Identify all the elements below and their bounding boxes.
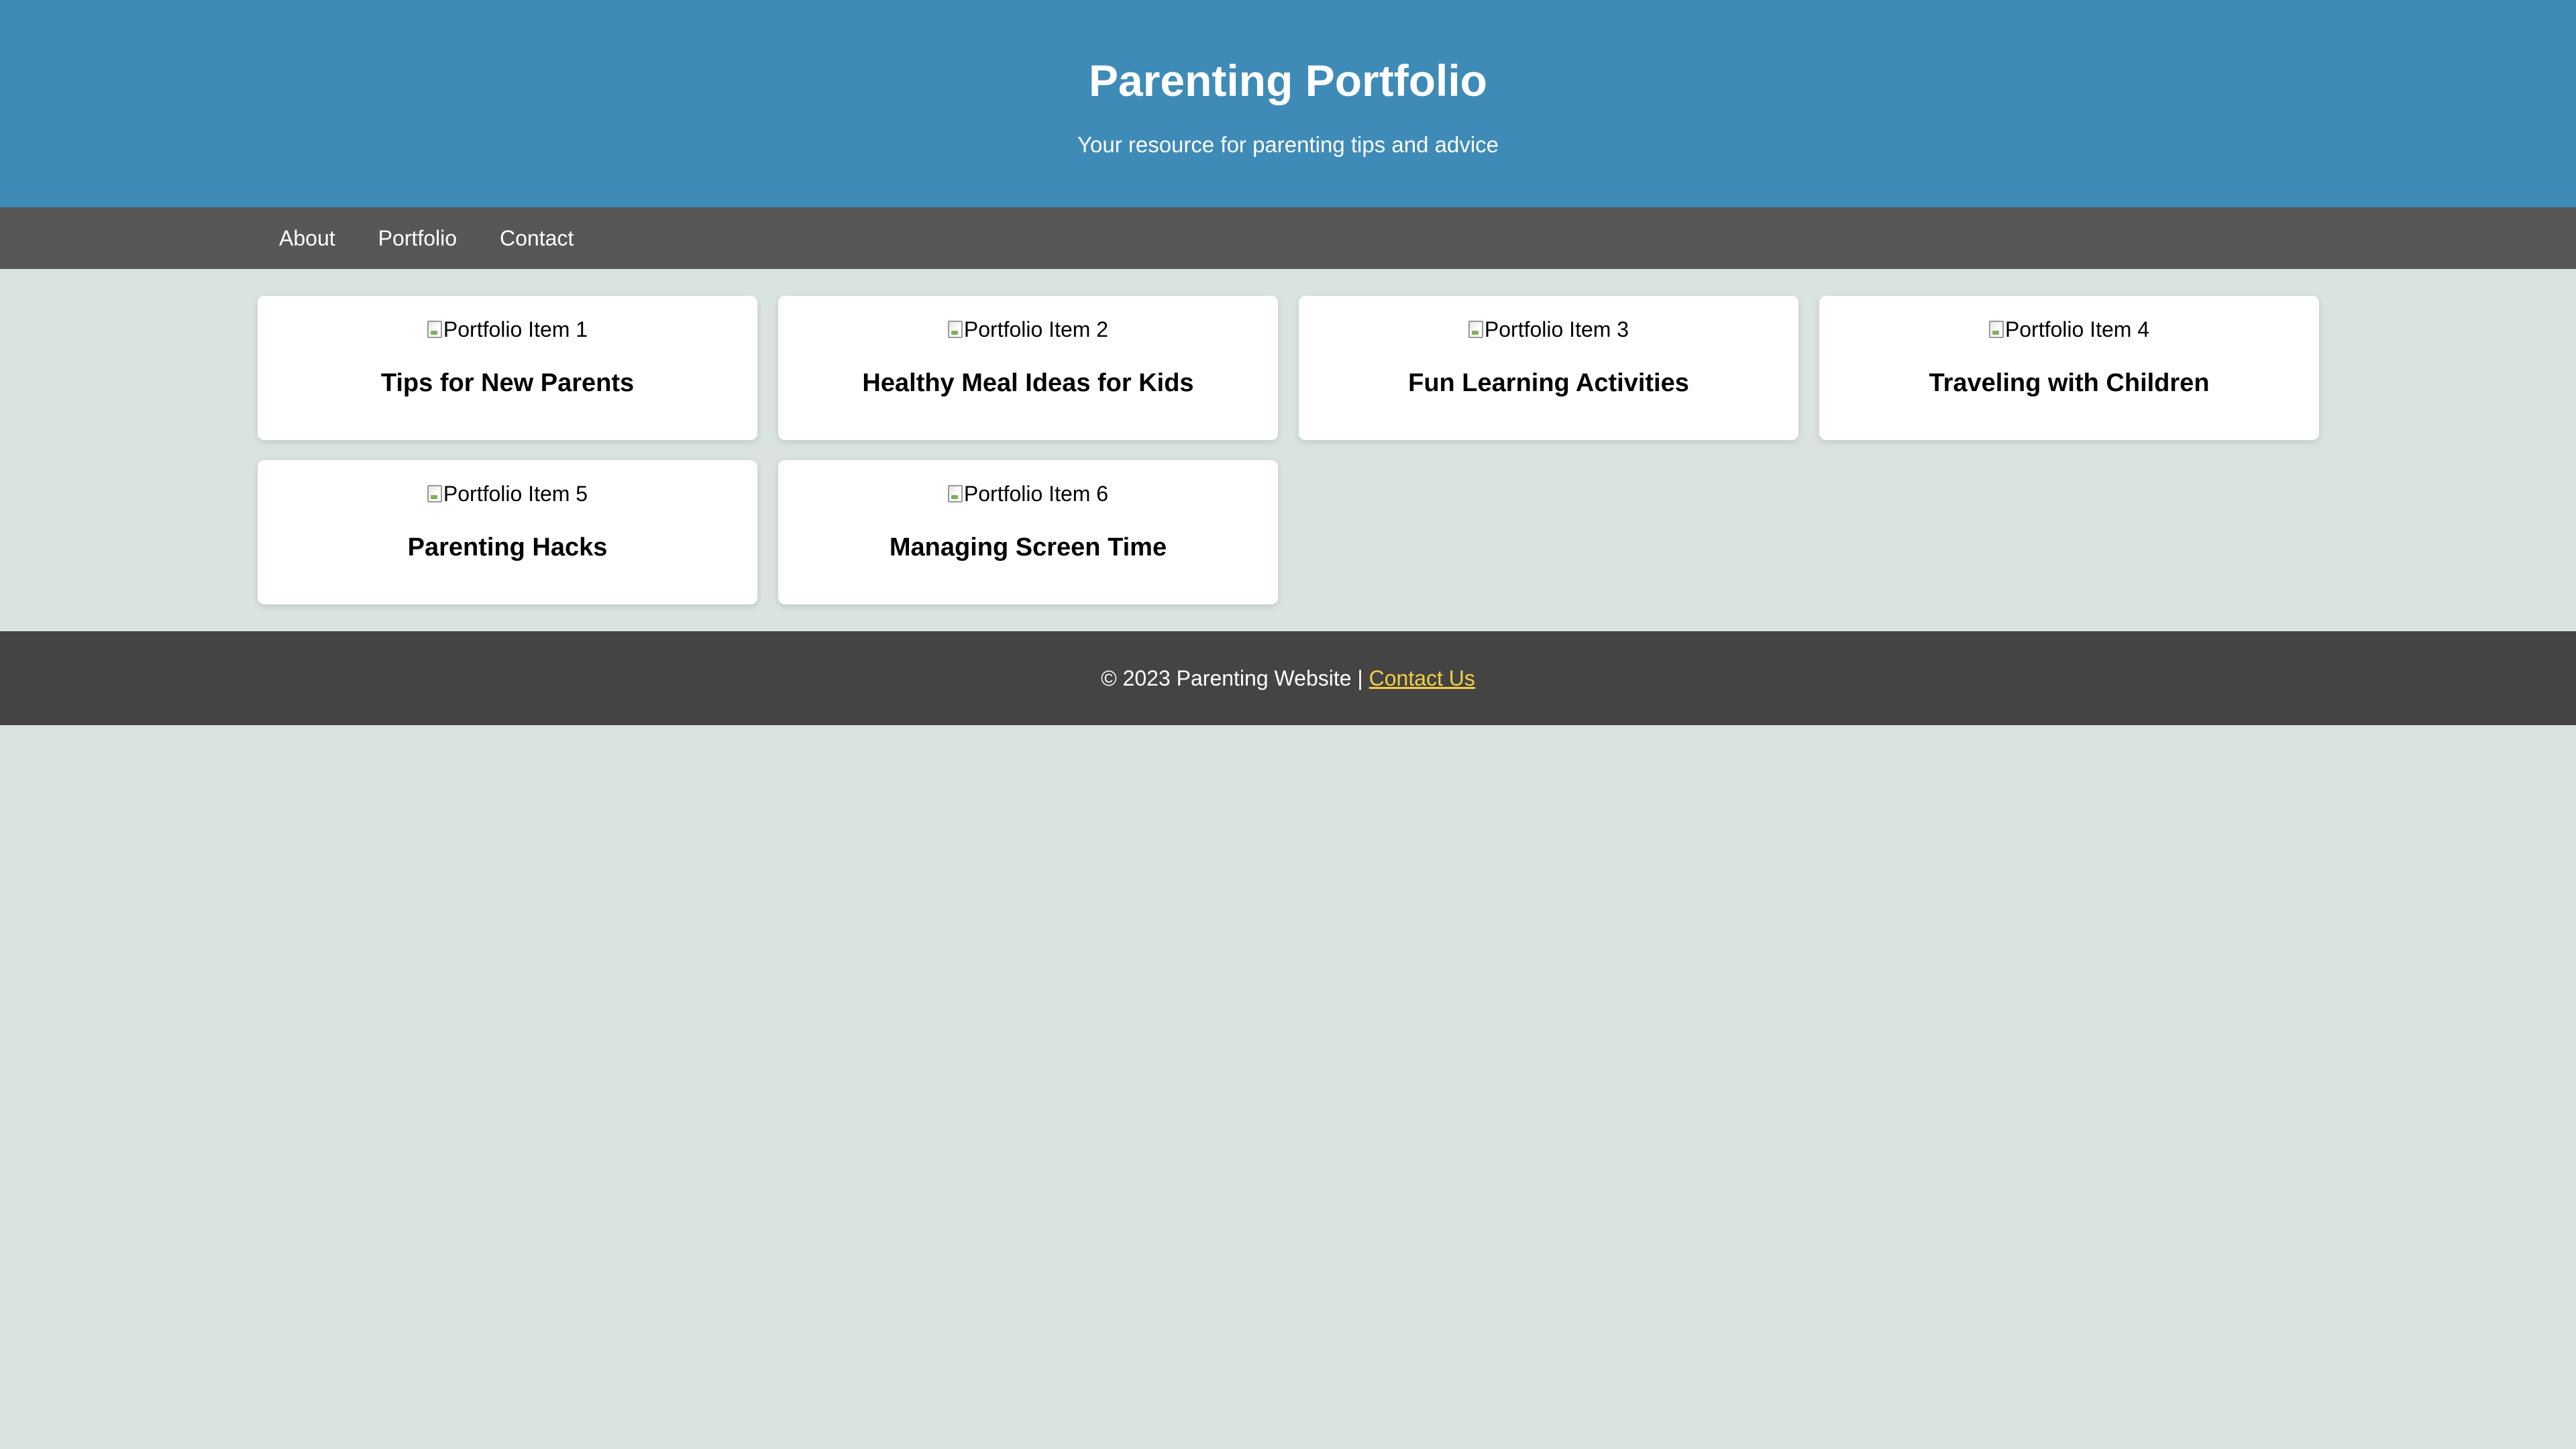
portfolio-card[interactable]: Portfolio Item 5 Parenting Hacks	[258, 460, 757, 604]
nav-item-about[interactable]: About	[258, 207, 357, 269]
site-header: Parenting Portfolio Your resource for pa…	[0, 0, 2576, 207]
portfolio-title: Traveling with Children	[1929, 369, 2210, 397]
portfolio-image: Portfolio Item 3	[1468, 316, 1629, 343]
broken-image-icon	[1988, 321, 2004, 338]
portfolio-image: Portfolio Item 4	[1988, 316, 2150, 343]
portfolio-title: Healthy Meal Ideas for Kids	[862, 369, 1194, 397]
footer-contact-link[interactable]: Contact Us	[1369, 666, 1475, 691]
portfolio-image-alt: Portfolio Item 5	[443, 482, 588, 506]
portfolio-card[interactable]: Portfolio Item 6 Managing Screen Time	[778, 460, 1278, 604]
nav-item-contact[interactable]: Contact	[478, 207, 595, 269]
portfolio-image-alt: Portfolio Item 1	[443, 317, 588, 341]
portfolio-image-alt: Portfolio Item 3	[1484, 317, 1629, 341]
page-subtitle: Your resource for parenting tips and adv…	[1077, 132, 1499, 157]
broken-image-icon	[427, 485, 442, 502]
site-footer: © 2023 Parenting Website | Contact Us	[0, 631, 2576, 725]
page-title: Parenting Portfolio	[1089, 56, 1487, 105]
portfolio-card[interactable]: Portfolio Item 1 Tips for New Parents	[258, 296, 757, 440]
portfolio-grid: Portfolio Item 1 Tips for New Parents Po…	[258, 269, 2319, 631]
portfolio-card[interactable]: Portfolio Item 4 Traveling with Children	[1819, 296, 2319, 440]
broken-image-icon	[427, 321, 442, 338]
portfolio-image: Portfolio Item 5	[427, 480, 588, 507]
footer-copyright: © 2023 Parenting Website |	[1101, 665, 1363, 690]
portfolio-image: Portfolio Item 1	[427, 316, 588, 343]
portfolio-image-alt: Portfolio Item 4	[2004, 317, 2150, 341]
portfolio-image: Portfolio Item 6	[947, 480, 1109, 507]
portfolio-card[interactable]: Portfolio Item 3 Fun Learning Activities	[1299, 296, 1799, 440]
main-nav: About Portfolio Contact	[0, 207, 2576, 269]
portfolio-image: Portfolio Item 2	[947, 316, 1109, 343]
broken-image-icon	[947, 321, 963, 338]
nav-item-portfolio[interactable]: Portfolio	[357, 207, 478, 269]
broken-image-icon	[947, 485, 963, 502]
portfolio-title: Parenting Hacks	[407, 533, 608, 561]
portfolio-title: Tips for New Parents	[380, 369, 635, 397]
portfolio-title: Fun Learning Activities	[1408, 369, 1689, 397]
portfolio-image-alt: Portfolio Item 6	[963, 482, 1109, 506]
portfolio-title: Managing Screen Time	[889, 533, 1167, 561]
portfolio-card[interactable]: Portfolio Item 2 Healthy Meal Ideas for …	[778, 296, 1278, 440]
broken-image-icon	[1468, 321, 1483, 338]
portfolio-image-alt: Portfolio Item 2	[963, 317, 1109, 341]
